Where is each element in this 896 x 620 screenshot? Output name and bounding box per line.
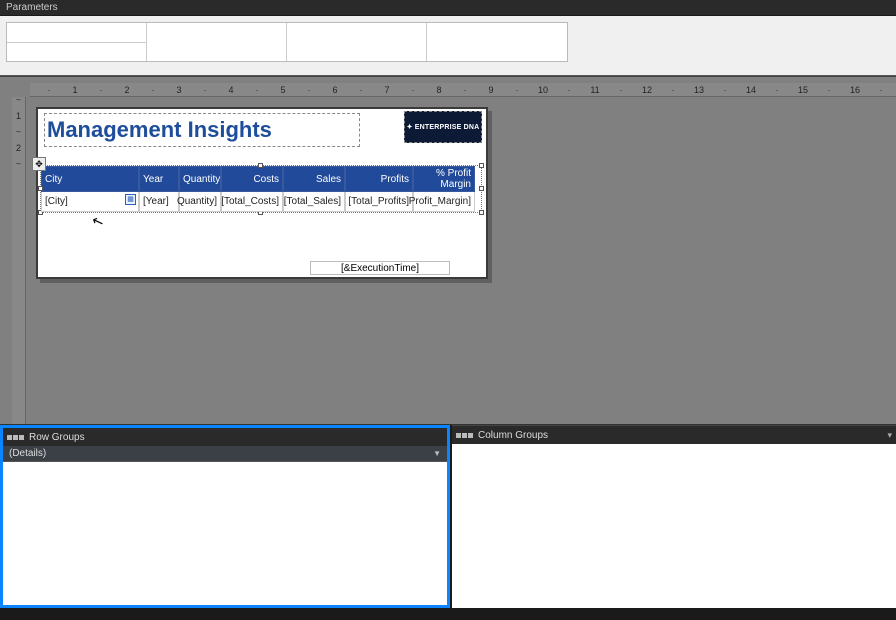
row-groups-label: Row Groups <box>29 432 85 443</box>
report-title-textbox[interactable]: Management Insights <box>44 113 360 147</box>
param-cell[interactable] <box>427 23 567 61</box>
resize-handle[interactable] <box>479 186 484 191</box>
column-groups-header: Column Groups ▾ <box>452 426 896 444</box>
parameters-header: Parameters <box>0 0 896 16</box>
resize-handle[interactable] <box>38 186 43 191</box>
cell-year[interactable]: [Year] <box>139 192 179 212</box>
col-header-city[interactable]: City <box>41 166 139 192</box>
row-groups-pane[interactable]: Row Groups (Details) ▼ <box>0 425 450 608</box>
param-cell[interactable] <box>287 23 427 61</box>
column-groups-label: Column Groups <box>478 430 548 441</box>
param-cell[interactable] <box>7 23 147 61</box>
resize-handle[interactable] <box>258 163 263 168</box>
row-group-item[interactable]: (Details) ▼ <box>3 446 447 462</box>
row-groups-icon <box>7 435 24 440</box>
parameters-label: Parameters <box>6 2 58 13</box>
resize-handle[interactable] <box>479 163 484 168</box>
cell-quantity[interactable]: Quantity] <box>179 192 221 212</box>
col-header-quantity[interactable]: Quantity <box>179 166 221 192</box>
col-header-profits[interactable]: Profits <box>345 166 413 192</box>
move-handle-icon[interactable]: ✥ <box>32 157 46 171</box>
execution-time-textbox[interactable]: [&ExecutionTime] <box>310 261 450 275</box>
column-groups-pane[interactable]: Column Groups ▾ <box>452 425 896 608</box>
tablix-detail-row[interactable]: [City] ▦ [Year] Quantity] [Total_Costs] … <box>41 192 481 212</box>
chevron-down-icon[interactable]: ▾ <box>887 430 892 441</box>
col-header-profit-margin[interactable]: % Profit Margin <box>413 166 475 192</box>
param-cell[interactable] <box>147 23 287 61</box>
resize-handle[interactable] <box>479 210 484 215</box>
row-groups-header: Row Groups <box>3 428 447 446</box>
design-canvas[interactable]: ·1·2·3·4·5·6·7·8·9·10·11·12·13·14·15·16·… <box>0 76 896 424</box>
row-group-item-label: (Details) <box>9 448 46 459</box>
logo-text: ✦ ENTERPRISE DNA <box>407 123 480 131</box>
logo-image[interactable]: ✦ ENTERPRISE DNA <box>404 111 482 143</box>
row-groups-list[interactable]: (Details) ▼ <box>3 446 447 605</box>
report-body[interactable]: Management Insights ✦ ENTERPRISE DNA ✥ C… <box>36 107 488 279</box>
col-header-sales[interactable]: Sales <box>283 166 345 192</box>
grouping-pane: Row Groups (Details) ▼ Column Groups ▾ <box>0 424 896 608</box>
column-groups-list[interactable] <box>452 444 896 608</box>
cell-profit-margin[interactable]: Profit_Margin] <box>413 192 475 212</box>
chevron-down-icon[interactable]: ▼ <box>433 449 441 458</box>
field-selector-icon[interactable]: ▦ <box>125 194 136 205</box>
vertical-ruler: –1–2– <box>12 97 26 424</box>
cell-city[interactable]: [City] ▦ <box>41 192 139 212</box>
horizontal-ruler: ·1·2·3·4·5·6·7·8·9·10·11·12·13·14·15·16· <box>30 83 896 97</box>
parameters-panel <box>0 16 896 76</box>
tablix[interactable]: ✥ City Year Quantity Costs Sales Profits… <box>40 165 482 213</box>
cell-profits[interactable]: [Total_Profits] <box>345 192 413 212</box>
cursor-icon: ↖ <box>89 212 106 232</box>
parameters-grid[interactable] <box>6 22 568 62</box>
col-header-year[interactable]: Year <box>139 166 179 192</box>
tablix-header-row[interactable]: City Year Quantity Costs Sales Profits %… <box>41 166 481 192</box>
cell-city-value: [City] <box>45 196 68 207</box>
cell-sales[interactable]: [Total_Sales] <box>283 192 345 212</box>
cell-costs[interactable]: [Total_Costs] <box>221 192 283 212</box>
col-header-costs[interactable]: Costs <box>221 166 283 192</box>
column-groups-icon <box>456 433 473 438</box>
report-title: Management Insights <box>47 117 272 143</box>
execution-time-value: [&ExecutionTime] <box>341 263 419 274</box>
